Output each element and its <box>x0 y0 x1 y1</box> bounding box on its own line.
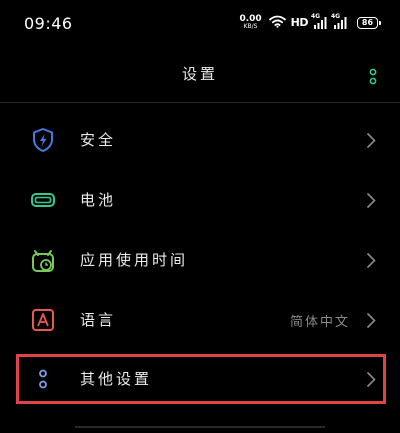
status-bar: 09:46 0.00 KB/S HD 4G 4G 86 <box>0 0 400 46</box>
list-divider <box>75 426 325 428</box>
status-icons: 0.00 KB/S HD 4G 4G 86 <box>239 13 381 32</box>
chevron-right-icon <box>366 252 376 269</box>
settings-item-label: 其他设置 <box>80 370 153 388</box>
more-settings-icon <box>29 365 57 393</box>
cellular-signal-1-icon: 4G <box>311 13 328 29</box>
more-options-button[interactable] <box>366 66 380 88</box>
shield-icon <box>29 126 57 154</box>
chevron-right-icon <box>366 312 376 329</box>
chevron-right-icon <box>366 132 376 149</box>
hd-label: HD <box>290 16 309 29</box>
settings-item-app-usage-time[interactable]: 应用使用时间 <box>0 230 400 290</box>
status-time: 09:46 <box>24 14 73 33</box>
settings-list: 安全 电池 应用使用时间 语言 简体中文 其他设置 <box>0 110 400 404</box>
chevron-right-icon <box>366 192 376 209</box>
signal-2-label: 4G <box>331 13 341 20</box>
chevron-right-icon <box>366 371 376 388</box>
network-speed: 0.00 KB/S <box>239 15 261 30</box>
settings-item-label: 语言 <box>80 311 117 329</box>
settings-item-language[interactable]: 语言 简体中文 <box>0 290 400 350</box>
title-bar: 设置 <box>0 46 400 103</box>
battery-level: 86 <box>361 17 374 27</box>
battery-icon <box>29 186 57 214</box>
settings-item-label: 电池 <box>80 191 117 209</box>
cellular-signal-2-icon: 4G <box>331 13 348 29</box>
page-title: 设置 <box>181 65 218 83</box>
settings-item-other-settings[interactable]: 其他设置 <box>16 354 386 404</box>
settings-item-label: 应用使用时间 <box>80 251 189 269</box>
vertical-dots-icon <box>369 68 377 85</box>
language-icon <box>29 306 57 334</box>
settings-item-label: 安全 <box>80 131 117 149</box>
battery-icon: 86 <box>357 16 381 29</box>
settings-item-security[interactable]: 安全 <box>0 110 400 170</box>
settings-item-battery[interactable]: 电池 <box>0 170 400 230</box>
clock-icon <box>29 246 57 274</box>
wifi-icon <box>268 13 286 32</box>
language-value: 简体中文 <box>289 315 350 330</box>
network-speed-unit: KB/S <box>243 23 258 30</box>
signal-1-label: 4G <box>311 13 321 20</box>
